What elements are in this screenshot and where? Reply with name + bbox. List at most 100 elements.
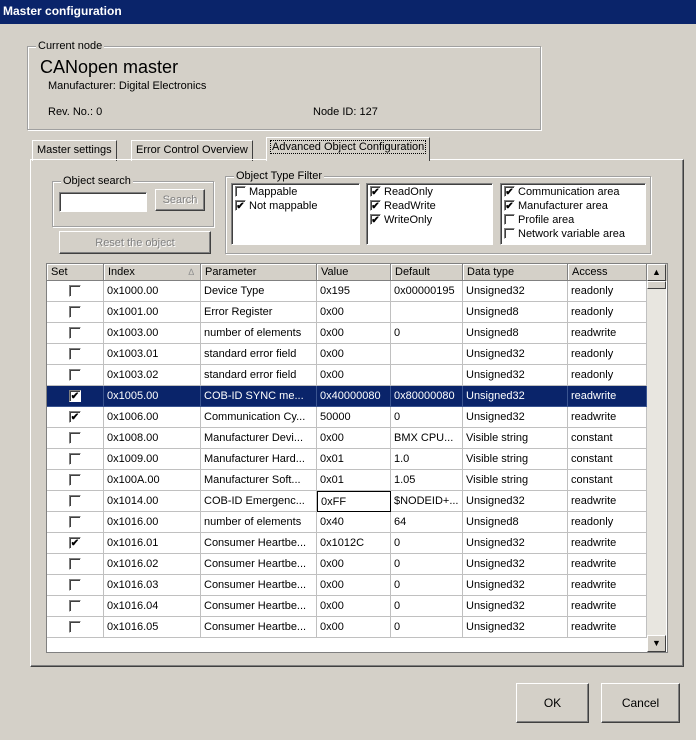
cell-default[interactable]: 0 — [391, 575, 463, 596]
cell-data-type[interactable]: Visible string — [463, 428, 568, 449]
cell-value[interactable]: 0x00 — [317, 617, 391, 638]
cell-data-type[interactable]: Unsigned8 — [463, 323, 568, 344]
cell-set[interactable] — [47, 302, 104, 323]
table-row[interactable]: 0x1001.00 Error Register 0x00 Unsigned8 read… — [47, 302, 647, 323]
set-checkbox[interactable] — [69, 453, 81, 465]
cell-set[interactable] — [47, 344, 104, 365]
filter-manufacturer-area[interactable]: ✔ Manufacturer area — [504, 199, 608, 212]
header-parameter[interactable]: Parameter — [201, 264, 317, 281]
set-checkbox[interactable] — [69, 348, 81, 360]
cell-index[interactable]: 0x1001.00 — [104, 302, 201, 323]
cell-access[interactable]: readwrite — [568, 617, 647, 638]
set-checkbox[interactable]: ✔ — [69, 390, 81, 402]
cell-data-type[interactable]: Unsigned32 — [463, 386, 568, 407]
cell-parameter[interactable]: COB-ID SYNC me... — [201, 386, 317, 407]
cell-value[interactable]: 0x01 — [317, 470, 391, 491]
header-access[interactable]: Access — [568, 264, 647, 281]
table-row[interactable]: 0x1003.00 number of elements 0x00 0 Unsigned… — [47, 323, 647, 344]
writeonly-checkbox[interactable]: ✔ — [370, 214, 381, 226]
set-checkbox[interactable] — [69, 369, 81, 381]
cell-data-type[interactable]: Visible string — [463, 470, 568, 491]
cell-set[interactable] — [47, 596, 104, 617]
cell-data-type[interactable]: Unsigned32 — [463, 554, 568, 575]
cell-access[interactable]: readwrite — [568, 407, 647, 428]
cell-index[interactable]: 0x1016.03 — [104, 575, 201, 596]
cell-data-type[interactable]: Unsigned32 — [463, 344, 568, 365]
set-checkbox[interactable] — [69, 516, 81, 528]
set-checkbox[interactable]: ✔ — [69, 411, 81, 423]
table-row[interactable]: 0x1016.05 Consumer Heartbe... 0x00 0 Unsigne… — [47, 617, 647, 638]
readonly-checkbox[interactable]: ✔ — [370, 186, 381, 198]
tab-master-settings[interactable]: Master settings — [32, 140, 117, 161]
cell-default[interactable]: 0 — [391, 554, 463, 575]
cell-index[interactable]: 0x1003.02 — [104, 365, 201, 386]
cell-set[interactable] — [47, 491, 104, 512]
communication-area-checkbox[interactable]: ✔ — [504, 186, 515, 198]
cell-parameter[interactable]: Consumer Heartbe... — [201, 554, 317, 575]
cell-index[interactable]: 0x1003.00 — [104, 323, 201, 344]
cell-default[interactable]: 64 — [391, 512, 463, 533]
cell-parameter[interactable]: standard error field — [201, 365, 317, 386]
object-search-input[interactable] — [59, 192, 147, 212]
filter-network-variable-area[interactable]: Network variable area — [504, 227, 625, 240]
table-row[interactable]: ✔ 0x1006.00 Communication Cy... 50000 0 Unsig… — [47, 407, 647, 428]
table-row[interactable]: 0x1003.02 standard error field 0x00 Unsigne… — [47, 365, 647, 386]
cell-access[interactable]: constant — [568, 470, 647, 491]
set-checkbox[interactable] — [69, 558, 81, 570]
header-data-type[interactable]: Data type — [463, 264, 568, 281]
cell-data-type[interactable]: Unsigned32 — [463, 575, 568, 596]
cell-index[interactable]: 0x1000.00 — [104, 281, 201, 302]
cell-default[interactable]: $NODEID+... — [391, 491, 463, 512]
cell-default[interactable]: 0 — [391, 596, 463, 617]
cell-data-type[interactable]: Visible string — [463, 449, 568, 470]
cell-data-type[interactable]: Unsigned32 — [463, 491, 568, 512]
cell-value[interactable]: 50000 — [317, 407, 391, 428]
filter-profile-area[interactable]: Profile area — [504, 213, 574, 226]
cell-index[interactable]: 0x1016.00 — [104, 512, 201, 533]
cell-parameter[interactable]: COB-ID Emergenc... — [201, 491, 317, 512]
search-button[interactable]: Search — [155, 189, 205, 211]
cell-access[interactable]: readwrite — [568, 554, 647, 575]
cell-access[interactable]: constant — [568, 428, 647, 449]
cell-access[interactable]: readwrite — [568, 386, 647, 407]
cell-data-type[interactable]: Unsigned32 — [463, 365, 568, 386]
cell-value[interactable]: 0x00 — [317, 323, 391, 344]
cell-value[interactable]: 0x00 — [317, 428, 391, 449]
cell-default[interactable]: 1.05 — [391, 470, 463, 491]
cell-value[interactable]: 0x1012C — [317, 533, 391, 554]
cell-set[interactable] — [47, 323, 104, 344]
table-row[interactable]: 0x1016.00 number of elements 0x40 64 Unsigne… — [47, 512, 647, 533]
cell-parameter[interactable]: number of elements — [201, 512, 317, 533]
cell-data-type[interactable]: Unsigned32 — [463, 617, 568, 638]
cell-access[interactable]: readwrite — [568, 575, 647, 596]
cell-index[interactable]: 0x1016.04 — [104, 596, 201, 617]
object-table[interactable]: Set Index ∆ Parameter Value Default Data … — [46, 263, 668, 653]
cell-default[interactable] — [391, 365, 463, 386]
table-row[interactable]: 0x1009.00 Manufacturer Hard... 0x01 1.0 Visi… — [47, 449, 647, 470]
cell-set[interactable] — [47, 512, 104, 533]
scroll-up-button[interactable]: ▲ — [647, 264, 666, 281]
cell-parameter[interactable]: Manufacturer Devi... — [201, 428, 317, 449]
cell-value[interactable]: 0x00 — [317, 575, 391, 596]
cell-parameter[interactable]: Manufacturer Hard... — [201, 449, 317, 470]
cell-set[interactable] — [47, 365, 104, 386]
cell-access[interactable]: constant — [568, 449, 647, 470]
cell-index[interactable]: 0x100A.00 — [104, 470, 201, 491]
cell-default[interactable]: 1.0 — [391, 449, 463, 470]
set-checkbox[interactable]: ✔ — [69, 537, 81, 549]
cell-access[interactable]: readwrite — [568, 596, 647, 617]
cell-set[interactable] — [47, 449, 104, 470]
table-row[interactable]: 0x1008.00 Manufacturer Devi... 0x00 BMX CPU… — [47, 428, 647, 449]
cell-access[interactable]: readonly — [568, 281, 647, 302]
cell-default[interactable] — [391, 344, 463, 365]
cell-value[interactable]: 0x00 — [317, 344, 391, 365]
cell-index[interactable]: 0x1014.00 — [104, 491, 201, 512]
cell-set[interactable] — [47, 428, 104, 449]
cell-index[interactable]: 0x1016.05 — [104, 617, 201, 638]
set-checkbox[interactable] — [69, 327, 81, 339]
cell-access[interactable]: readonly — [568, 302, 647, 323]
table-row[interactable]: 0x1003.01 standard error field 0x00 Unsigne… — [47, 344, 647, 365]
filter-readwrite[interactable]: ✔ ReadWrite — [370, 199, 436, 212]
scroll-down-button[interactable]: ▼ — [647, 635, 666, 652]
set-checkbox[interactable] — [69, 579, 81, 591]
